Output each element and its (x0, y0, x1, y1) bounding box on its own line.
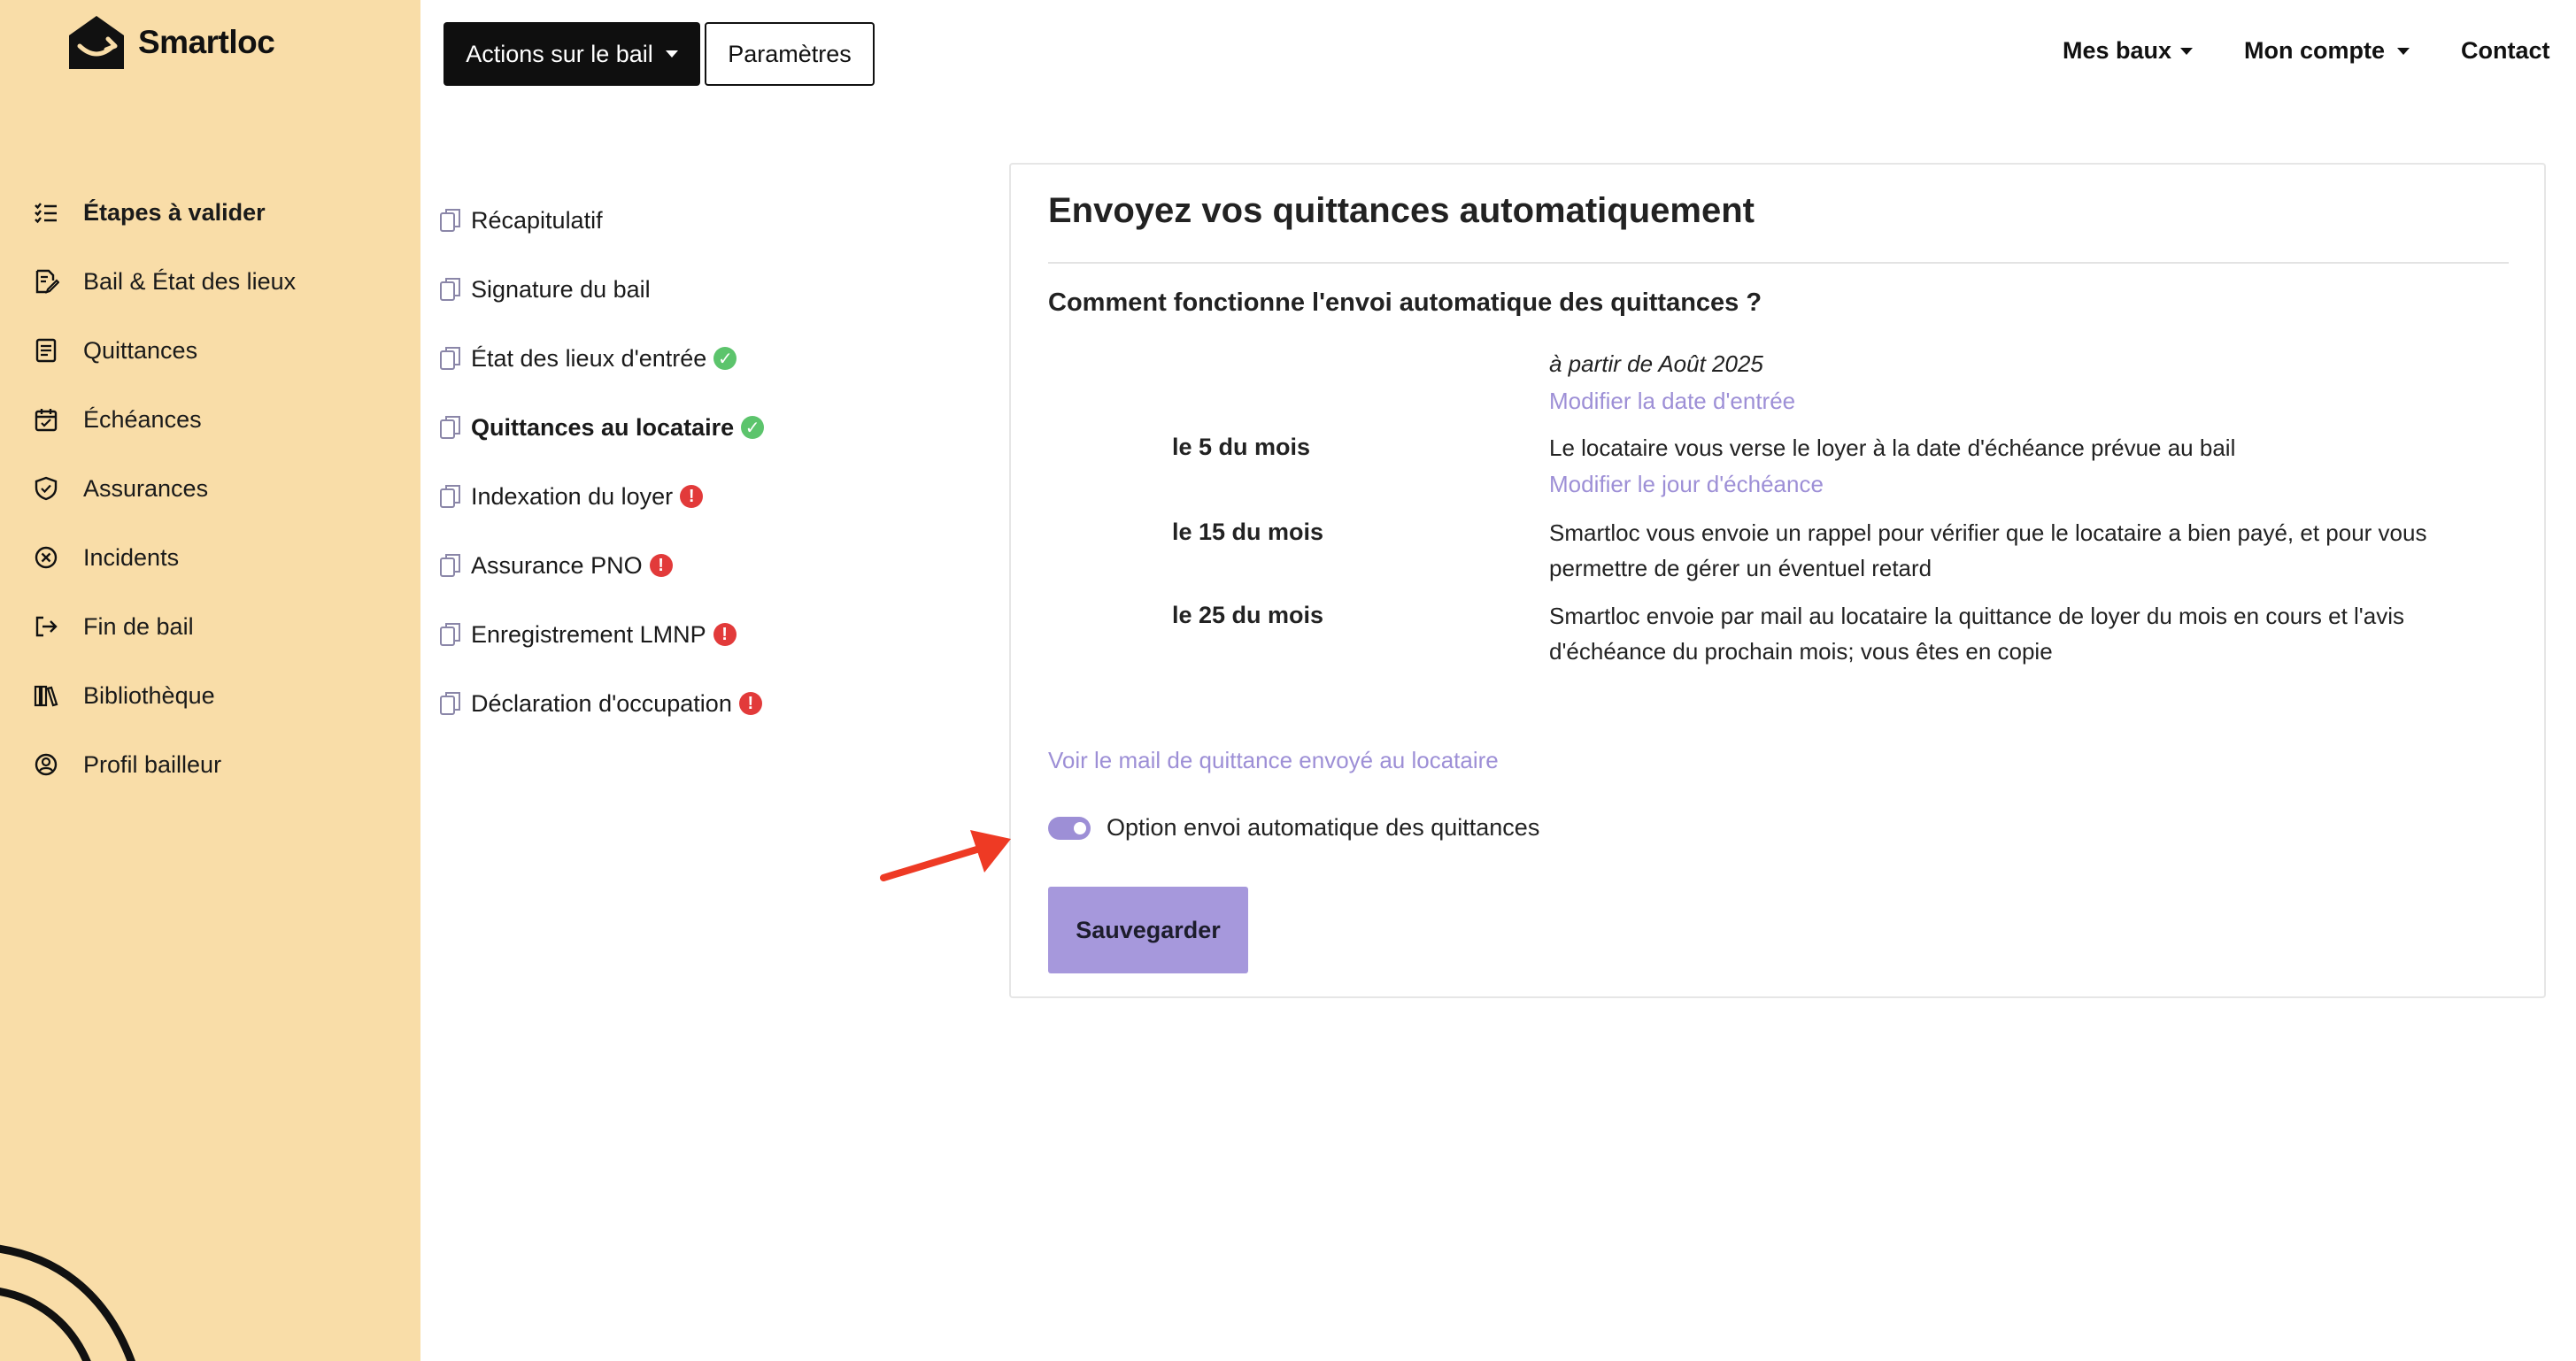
step-quittances-au-locataire[interactable]: Quittances au locataire ✓ (439, 405, 765, 450)
step-label: Enregistrement LMNP (471, 620, 706, 648)
save-button[interactable]: Sauvegarder (1048, 887, 1248, 973)
sidebar-item-etapes[interactable]: Étapes à valider (32, 186, 266, 239)
circle-x-icon (32, 543, 60, 572)
sidebar-item-quittances[interactable]: Quittances (32, 324, 197, 377)
schedule-description-line: d'échéance du prochain mois; vous êtes e… (1549, 638, 2053, 665)
schedule-day-label: le 15 du mois (1172, 519, 1324, 545)
decorative-arcs (0, 1244, 135, 1361)
copy-document-icon (440, 623, 460, 646)
step-label: Assurance PNO (471, 551, 643, 579)
brand-name: Smartloc (138, 24, 275, 60)
schedule-day-label: le 25 du mois (1172, 602, 1324, 628)
sidebar-item-label: Incidents (83, 543, 180, 571)
check-circle-icon: ✓ (741, 416, 765, 439)
auto-send-toggle-label: Option envoi automatique des quittances (1107, 814, 1540, 841)
mon-compte-label: Mon compte (2244, 37, 2385, 64)
contact-label: Contact (2461, 37, 2550, 64)
sidebar-item-label: Échéances (83, 405, 202, 433)
receipt-icon (32, 336, 60, 365)
step-assurance-pno[interactable]: Assurance PNO ! (439, 543, 673, 588)
actions-dropdown-button[interactable]: Actions sur le bail (443, 22, 700, 86)
checklist-icon (32, 198, 60, 227)
card-title: Envoyez vos quittances automatiquement (1048, 191, 1755, 230)
alert-circle-icon: ! (713, 623, 737, 646)
step-declaration-occupation[interactable]: Déclaration d'occupation ! (439, 681, 762, 726)
copy-document-icon (440, 485, 460, 508)
mon-compte-menu[interactable]: Mon compte (2244, 37, 2410, 65)
calendar-icon (32, 405, 60, 434)
copy-document-icon (440, 347, 460, 370)
sidebar-item-bibliotheque[interactable]: Bibliothèque (32, 669, 215, 722)
modify-entry-date-link[interactable]: Modifier la date d'entrée (1549, 388, 1795, 415)
mes-baux-label: Mes baux (2063, 37, 2172, 64)
schedule-description-line: permettre de gérer un éventuel retard (1549, 555, 1932, 581)
auto-receipts-card: Envoyez vos quittances automatiquement C… (1009, 163, 2546, 998)
step-label: Déclaration d'occupation (471, 689, 732, 717)
caret-down-icon (665, 50, 678, 58)
auto-send-toggle[interactable] (1048, 816, 1091, 840)
step-label: Signature du bail (471, 275, 651, 303)
copy-document-icon (440, 416, 460, 439)
brand-logo[interactable]: Smartloc (66, 12, 275, 73)
step-label: Indexation du loyer (471, 482, 674, 510)
modify-due-day-link[interactable]: Modifier le jour d'échéance (1549, 471, 1824, 498)
step-enregistrement-lmnp[interactable]: Enregistrement LMNP ! (439, 612, 737, 657)
contact-link[interactable]: Contact (2461, 37, 2550, 65)
caret-down-icon (2180, 47, 2194, 55)
step-indexation-du-loyer[interactable]: Indexation du loyer ! (439, 474, 704, 519)
sidebar-item-label: Bail & État des lieux (83, 267, 297, 295)
sidebar-item-echeances[interactable]: Échéances (32, 393, 202, 446)
parametres-button[interactable]: Paramètres (705, 22, 875, 86)
copy-document-icon (440, 209, 460, 232)
start-date-text: à partir de Août 2025 (1549, 350, 1763, 377)
sidebar-item-label: Fin de bail (83, 612, 194, 640)
check-circle-icon: ✓ (713, 347, 737, 370)
actions-dropdown-label: Actions sur le bail (466, 40, 653, 67)
mes-baux-menu[interactable]: Mes baux (2063, 37, 2194, 65)
copy-document-icon (440, 692, 460, 715)
schedule-description: Smartloc vous envoie un rappel pour véri… (1549, 515, 2505, 586)
sidebar-item-incidents[interactable]: Incidents (32, 531, 179, 584)
step-etat-des-lieux-entree[interactable]: État des lieux d'entrée ✓ (439, 336, 737, 381)
view-receipt-email-link[interactable]: Voir le mail de quittance envoyé au loca… (1048, 747, 1499, 774)
sidebar-item-label: Assurances (83, 474, 209, 502)
red-arrow-annotation-icon (880, 830, 1011, 881)
step-recapitulatif[interactable]: Récapitulatif (439, 198, 603, 242)
card-subtitle: Comment fonctionne l'envoi automatique d… (1048, 288, 1762, 317)
document-edit-icon (32, 267, 60, 296)
books-icon (32, 681, 60, 710)
copy-document-icon (440, 278, 460, 301)
schedule-description: Smartloc envoie par mail au locataire la… (1549, 598, 2505, 669)
sidebar-item-assurances[interactable]: Assurances (32, 462, 208, 515)
exit-icon (32, 612, 60, 641)
schedule-description: Le locataire vous verse le loyer à la da… (1549, 430, 2505, 465)
step-signature-du-bail[interactable]: Signature du bail (439, 267, 651, 311)
schedule-day-label: le 5 du mois (1172, 434, 1311, 460)
sidebar-item-fin-de-bail[interactable]: Fin de bail (32, 600, 194, 653)
copy-document-icon (440, 554, 460, 577)
sidebar-item-profil[interactable]: Profil bailleur (32, 738, 221, 791)
alert-circle-icon: ! (680, 485, 704, 508)
sidebar-item-label: Profil bailleur (83, 750, 222, 778)
alert-circle-icon: ! (738, 692, 762, 715)
house-arrow-logo-icon (69, 16, 124, 69)
parametres-label: Paramètres (728, 40, 852, 67)
divider (1048, 262, 2509, 264)
user-circle-icon (32, 750, 60, 779)
step-label: Quittances au locataire (471, 413, 735, 441)
step-label: Récapitulatif (471, 206, 603, 234)
schedule-description-line: Smartloc vous envoie un rappel pour véri… (1549, 519, 2427, 546)
auto-send-toggle-row: Option envoi automatique des quittances (1048, 814, 1539, 842)
step-label: État des lieux d'entrée (471, 344, 707, 372)
sidebar: Smartloc Étapes à valider Bail & État de… (0, 0, 420, 1361)
alert-circle-icon: ! (649, 554, 673, 577)
sidebar-item-label: Étapes à valider (83, 198, 266, 226)
caret-down-icon (2397, 47, 2410, 55)
schedule-description-line: Smartloc envoie par mail au locataire la… (1549, 603, 2404, 629)
shield-icon (32, 474, 60, 503)
schedule-description-line: Le locataire vous verse le loyer à la da… (1549, 434, 2236, 461)
sidebar-item-label: Quittances (83, 336, 198, 364)
sidebar-item-bail[interactable]: Bail & État des lieux (32, 255, 296, 308)
sidebar-item-label: Bibliothèque (83, 681, 215, 709)
